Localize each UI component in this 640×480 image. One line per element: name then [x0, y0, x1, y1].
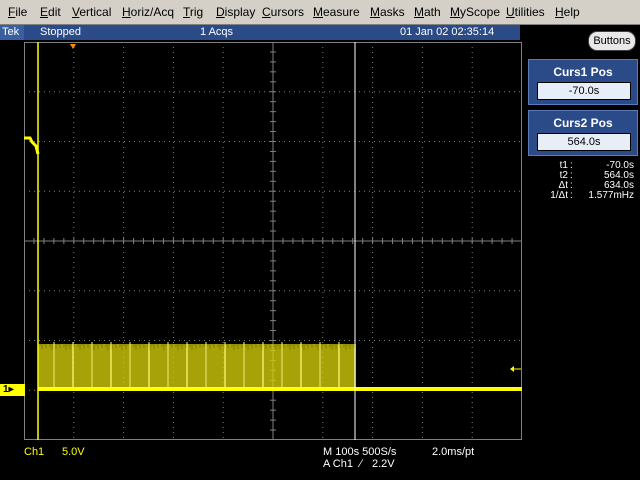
- trigger-level-arrowhead-icon: [510, 366, 514, 372]
- curs2-value-field[interactable]: 564.0s: [537, 133, 631, 151]
- menu-edit[interactable]: Edit: [40, 5, 61, 19]
- readout-value: 1.577mHz: [588, 190, 634, 201]
- readout-t2: t2:564.0s: [528, 170, 636, 181]
- menu-vertical[interactable]: Vertical: [72, 5, 111, 19]
- menu-cursors[interactable]: Cursors: [262, 5, 304, 19]
- menu-math[interactable]: Math: [414, 5, 441, 19]
- menu-help[interactable]: Help: [555, 5, 580, 19]
- tek-logo: Tek: [0, 25, 24, 40]
- menu-utilities[interactable]: Utilities: [506, 5, 545, 19]
- trigger-slope-icon: ∕: [360, 458, 362, 470]
- trigger-level[interactable]: 2.2V: [372, 458, 395, 470]
- menu-trig[interactable]: Trig: [183, 5, 203, 19]
- curs2-title: Curs2 Pos: [553, 116, 613, 130]
- channel-label[interactable]: Ch1: [24, 446, 44, 458]
- trigger-source[interactable]: A Ch1: [323, 458, 353, 470]
- menu-measure[interactable]: Measure: [313, 5, 360, 19]
- channel1-marker-label: 1: [3, 384, 9, 395]
- signal-baseline: [38, 387, 522, 391]
- readout-delta-t: Δt:634.0s: [528, 180, 636, 191]
- menu-display[interactable]: Display: [216, 5, 255, 19]
- readout-inv-delta-t: 1/Δt:1.577mHz: [528, 190, 636, 201]
- menu-myscope[interactable]: MyScope: [450, 5, 500, 19]
- curs1-value-field[interactable]: -70.0s: [537, 82, 631, 100]
- menu-bar: File Edit Vertical Horiz/Acq Trig Displa…: [0, 0, 640, 25]
- readout-label: 1/Δt: [550, 190, 568, 201]
- menu-horiz-acq[interactable]: Horiz/Acq: [122, 5, 174, 19]
- channel1-marker[interactable]: 1▸: [0, 384, 25, 396]
- menu-masks[interactable]: Masks: [370, 5, 405, 19]
- buttons-button[interactable]: Buttons: [588, 31, 636, 51]
- curs2-panel[interactable]: Curs2 Pos 564.0s: [528, 110, 638, 156]
- trigger-position-icon: [70, 44, 76, 49]
- vertical-scale[interactable]: 5.0V: [62, 446, 85, 458]
- acquisition-count: 1 Acqs: [200, 26, 234, 38]
- record-readout: 2.0ms/pt: [432, 446, 475, 458]
- curs1-panel[interactable]: Curs1 Pos -70.0s: [528, 59, 638, 105]
- menu-file[interactable]: File: [8, 5, 27, 19]
- waveform-graticule[interactable]: [24, 42, 522, 440]
- signal-start-segment: [24, 136, 40, 155]
- curs1-title: Curs1 Pos: [553, 65, 613, 79]
- readout-t1: t1: -70.0s: [528, 160, 636, 171]
- timebase-readout[interactable]: M 100s 500S/s: [323, 446, 396, 458]
- cursor-readouts: t1: -70.0s t2:564.0s Δt:634.0s 1/Δt:1.577…: [528, 160, 636, 201]
- acquisition-state[interactable]: Stopped: [40, 26, 81, 38]
- date-time: 01 Jan 02 02:35:14: [400, 26, 495, 38]
